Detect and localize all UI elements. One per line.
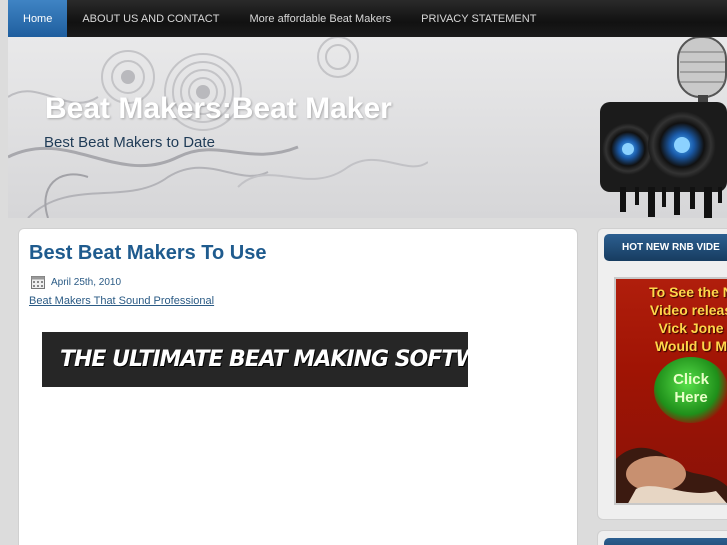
post-date: April 25th, 2010 [51,276,122,288]
nav-item-about-contact[interactable]: ABOUT US AND CONTACT [67,0,234,37]
ad-text: To See the N Video releas Vick Jone Woul… [649,284,727,354]
sidebar-widget-2-title [604,538,727,545]
software-banner[interactable]: THE ULTIMATE BEAT MAKING SOFTWARE [42,332,468,387]
nav-item-privacy[interactable]: PRIVACY STATEMENT [406,0,551,37]
ad-click-here-button[interactable]: Click Here [654,357,727,423]
speakers-microphone-icon [600,37,727,218]
post-title[interactable]: Best Beat Makers To Use [29,242,267,265]
sidebar-widget: HOT NEW RNB VIDE To See the N Video rele… [597,228,727,520]
site-header: Beat Makers:Beat Maker Best Beat Makers … [8,37,727,218]
post-meta: April 25th, 2010 [31,275,121,289]
top-nav: Home ABOUT US AND CONTACT More affordabl… [8,0,727,37]
post-link[interactable]: Beat Makers That Sound Professional [29,295,214,307]
banner-text: THE ULTIMATE BEAT MAKING SOFTWARE [60,347,468,372]
site-title[interactable]: Beat Makers:Beat Maker [45,92,392,126]
site-description: Best Beat Makers to Date [44,134,215,151]
sidebar-widget-title: HOT NEW RNB VIDE [604,234,727,261]
ad-figure-image [616,447,727,503]
calendar-icon [31,276,45,289]
main-content: Best Beat Makers To Use April 25th, 2010… [18,228,578,545]
sidebar-widget-2 [597,530,727,545]
swirl-decoration-icon [8,37,428,218]
nav-item-home[interactable]: Home [8,0,68,37]
nav-item-affordable-beat-makers[interactable]: More affordable Beat Makers [234,0,406,37]
video-ad[interactable]: To See the N Video releas Vick Jone Woul… [614,277,727,505]
